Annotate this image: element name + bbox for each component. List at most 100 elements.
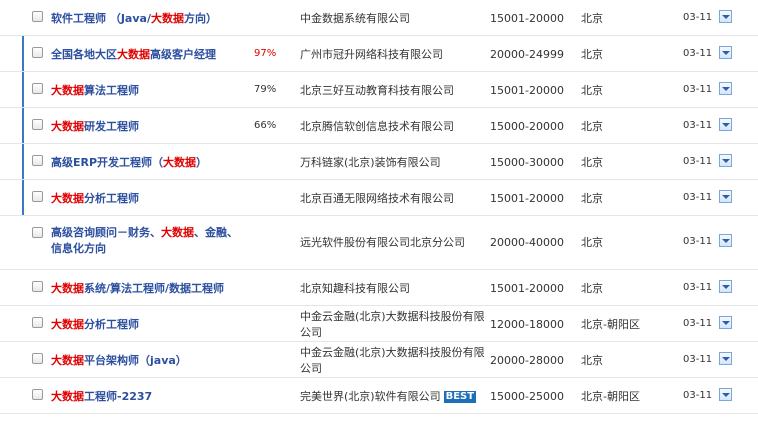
post-date: 03-11	[683, 318, 713, 329]
job-location: 北京	[581, 282, 603, 295]
job-checkbox[interactable]	[32, 353, 43, 364]
job-title-link[interactable]: 全国各地大区大数据高级客户经理	[51, 47, 246, 63]
company-text: 中金数据系统有限公司	[300, 12, 410, 25]
company-text: 完美世界(北京)软件有限公司	[300, 390, 441, 403]
job-title-link[interactable]: 软件工程师 （Java/大数据方向）	[51, 11, 246, 27]
job-title-link[interactable]: 大数据研发工程师	[51, 119, 246, 135]
job-row: 大数据工程师-2237 完美世界(北京)软件有限公司 BEST 15000-25000…	[0, 378, 758, 414]
job-title-link[interactable]: 大数据平台架构师（java）	[51, 353, 246, 369]
keyword-highlight: 大数据	[51, 120, 84, 133]
job-row: 大数据平台架构师（java） 中金云金融(北京)大数据科技股份有限公司 20000-…	[0, 342, 758, 378]
title-text: 分析工程师	[84, 192, 139, 205]
company-name[interactable]: 广州市冠升网络科技有限公司	[300, 47, 486, 63]
job-checkbox[interactable]	[32, 227, 43, 238]
expand-dropdown-icon[interactable]	[719, 316, 732, 329]
job-checkbox[interactable]	[32, 155, 43, 166]
expand-dropdown-icon[interactable]	[719, 190, 732, 203]
job-checkbox[interactable]	[32, 11, 43, 22]
company-text: 北京三好互动教育科技有限公司	[300, 84, 454, 97]
salary-range: 15001-20000	[490, 84, 564, 97]
row-accent-bar	[22, 144, 24, 179]
company-name[interactable]: 万科链家(北京)装饰有限公司	[300, 155, 486, 171]
job-checkbox[interactable]	[32, 47, 43, 58]
post-date: 03-11	[683, 84, 713, 95]
job-row: 软件工程师 （Java/大数据方向） 中金数据系统有限公司 15001-20000 北…	[0, 0, 758, 36]
job-title-link[interactable]: 大数据分析工程师	[51, 317, 246, 333]
match-percentage: 79%	[254, 84, 277, 95]
title-text: 工程师-2237	[84, 390, 153, 403]
job-title-link[interactable]: 大数据系统/算法工程师/数据工程师	[51, 281, 246, 297]
job-checkbox[interactable]	[32, 389, 43, 400]
job-title-link[interactable]: 大数据工程师-2237	[51, 389, 246, 405]
company-name[interactable]: 完美世界(北京)软件有限公司 BEST	[300, 389, 486, 405]
job-title-link[interactable]: 高级ERP开发工程师（大数据）	[51, 155, 246, 171]
row-accent-bar	[22, 36, 24, 71]
title-text: 平台架构师（java）	[84, 354, 187, 367]
salary-range: 20000-24999	[490, 48, 564, 61]
job-row: 大数据分析工程师 中金云金融(北京)大数据科技股份有限公司 12000-18000 北…	[0, 306, 758, 342]
keyword-highlight: 大数据	[161, 226, 194, 239]
keyword-highlight: 大数据	[150, 12, 184, 25]
title-text: 高级咨询顾问－财务、	[51, 226, 161, 239]
expand-dropdown-icon[interactable]	[719, 280, 732, 293]
expand-dropdown-icon[interactable]	[719, 234, 732, 247]
job-location: 北京	[581, 48, 603, 61]
title-text: ）	[196, 156, 208, 169]
keyword-highlight: 大数据	[51, 354, 84, 367]
title-text: 研发工程师	[84, 120, 139, 133]
company-name[interactable]: 中金数据系统有限公司	[300, 11, 486, 27]
job-location: 北京	[581, 156, 603, 169]
expand-dropdown-icon[interactable]	[719, 118, 732, 131]
job-row: 大数据研发工程师 66% 北京腾信软创信息技术有限公司 15000-20000 北京 03…	[0, 108, 758, 144]
job-location: 北京	[581, 236, 603, 249]
expand-dropdown-icon[interactable]	[719, 46, 732, 59]
company-name[interactable]: 北京百通无限网络技术有限公司	[300, 191, 486, 207]
job-checkbox[interactable]	[32, 281, 43, 292]
company-name[interactable]: 中金云金融(北京)大数据科技股份有限公司	[300, 345, 486, 377]
post-date: 03-11	[683, 120, 713, 131]
company-name[interactable]: 北京三好互动教育科技有限公司	[300, 83, 486, 99]
salary-range: 15000-30000	[490, 156, 564, 169]
company-name[interactable]: 远光软件股份有限公司北京分公司	[300, 235, 486, 251]
title-text: 全国各地大区	[51, 48, 117, 61]
job-checkbox[interactable]	[32, 83, 43, 94]
keyword-highlight: 大数据	[51, 318, 84, 331]
post-date: 03-11	[683, 390, 713, 401]
job-location: 北京	[581, 12, 603, 25]
keyword-highlight: 大数据	[51, 282, 84, 295]
company-text: 广州市冠升网络科技有限公司	[300, 48, 443, 61]
job-checkbox[interactable]	[32, 119, 43, 130]
job-location: 北京	[581, 354, 603, 367]
salary-range: 20000-28000	[490, 354, 564, 367]
expand-dropdown-icon[interactable]	[719, 388, 732, 401]
salary-range: 15000-25000	[490, 390, 564, 403]
job-location: 北京-朝阳区	[581, 390, 640, 403]
company-text: 中金云金融(北京)大数据科技股份有限公司	[300, 310, 485, 339]
title-text: 高级ERP开发工程师（	[51, 156, 164, 169]
keyword-highlight: 大数据	[163, 156, 197, 169]
job-title-link[interactable]: 高级咨询顾问－财务、大数据、金融、信息化方向	[51, 225, 246, 257]
job-title-link[interactable]: 大数据分析工程师	[51, 191, 246, 207]
title-text: 算法工程师	[84, 84, 139, 97]
post-date: 03-11	[683, 354, 713, 365]
job-title-link[interactable]: 大数据算法工程师	[51, 83, 246, 99]
post-date: 03-11	[683, 282, 713, 293]
salary-range: 15000-20000	[490, 120, 564, 133]
job-checkbox[interactable]	[32, 191, 43, 202]
salary-range: 15001-20000	[490, 282, 564, 295]
company-name[interactable]: 北京腾信软创信息技术有限公司	[300, 119, 486, 135]
company-text: 万科链家(北京)装饰有限公司	[300, 156, 441, 169]
company-name[interactable]: 北京知趣科技有限公司	[300, 281, 486, 297]
match-percentage: 97%	[254, 48, 277, 59]
expand-dropdown-icon[interactable]	[719, 10, 732, 23]
match-percentage: 66%	[254, 120, 277, 131]
company-text: 远光软件股份有限公司北京分公司	[300, 236, 465, 249]
job-checkbox[interactable]	[32, 317, 43, 328]
company-name[interactable]: 中金云金融(北京)大数据科技股份有限公司	[300, 309, 486, 341]
expand-dropdown-icon[interactable]	[719, 352, 732, 365]
salary-range: 15001-20000	[490, 192, 564, 205]
expand-dropdown-icon[interactable]	[719, 82, 732, 95]
title-text: 高级客户经理	[150, 48, 216, 61]
expand-dropdown-icon[interactable]	[719, 154, 732, 167]
job-location: 北京	[581, 84, 603, 97]
